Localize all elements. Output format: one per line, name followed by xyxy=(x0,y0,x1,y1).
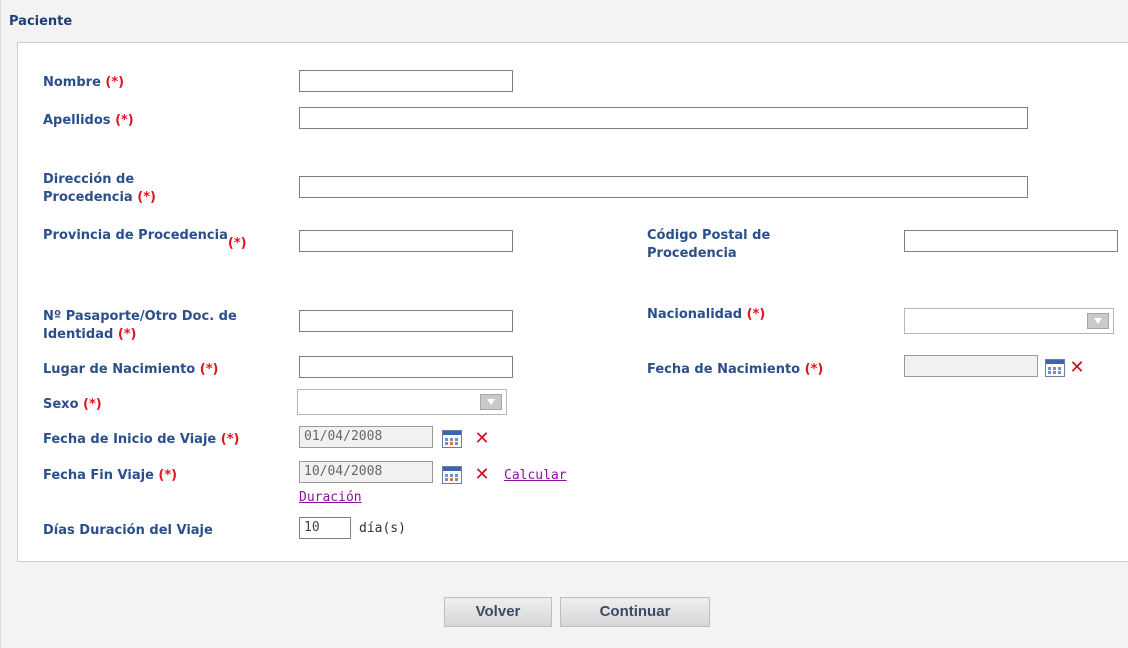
required-marker: (*) xyxy=(117,327,137,342)
fecha-fin-input[interactable]: 10/04/2008 xyxy=(299,461,433,483)
calendar-icon[interactable] xyxy=(1045,359,1065,377)
fecha-inicio-label: Fecha de Inicio de Viaje (*) xyxy=(43,432,240,447)
calcular-duracion-link[interactable]: Calcular xyxy=(504,468,567,483)
fecha-nacimiento-label: Fecha de Nacimiento (*) xyxy=(647,362,824,377)
direccion-input[interactable] xyxy=(299,176,1028,198)
nombre-input[interactable] xyxy=(299,70,513,92)
required-marker: (*) xyxy=(83,397,102,412)
fecha-fin-label: Fecha Fin Viaje (*) xyxy=(43,468,178,483)
nacionalidad-label: Nacionalidad (*) xyxy=(647,307,766,322)
fecha-inicio-input[interactable]: 01/04/2008 xyxy=(299,426,433,448)
apellidos-label: Apellidos (*) xyxy=(43,113,134,128)
required-marker: (*) xyxy=(804,362,824,377)
chevron-down-icon[interactable] xyxy=(1087,313,1109,329)
chevron-down-icon[interactable] xyxy=(480,394,502,410)
dias-unit: día(s) xyxy=(359,521,406,536)
required-marker: (*) xyxy=(115,113,134,128)
section-title: Paciente xyxy=(9,14,73,29)
continuar-button[interactable]: Continuar xyxy=(560,597,710,627)
required-marker: (*) xyxy=(199,362,219,377)
required-marker: (*) xyxy=(220,432,240,447)
calendar-icon[interactable] xyxy=(442,430,462,448)
clear-x-icon[interactable] xyxy=(473,466,491,484)
clear-x-icon[interactable] xyxy=(473,430,491,448)
nacionalidad-select[interactable] xyxy=(904,308,1114,334)
clear-x-icon[interactable] xyxy=(1068,359,1086,377)
calendar-icon[interactable] xyxy=(442,466,462,484)
required-marker: (*) xyxy=(746,307,766,322)
lugar-nacimiento-input[interactable] xyxy=(299,356,513,378)
dias-duracion-input[interactable]: 10 xyxy=(299,517,351,539)
codigo-postal-input[interactable] xyxy=(904,230,1118,252)
volver-button[interactable]: Volver xyxy=(444,597,552,627)
calcular-duracion-link-line2[interactable]: Duración xyxy=(299,490,362,505)
fecha-nacimiento-input[interactable] xyxy=(904,355,1038,377)
sexo-select[interactable] xyxy=(297,389,507,415)
codigo-postal-label: Código Postal de Procedencia xyxy=(647,228,771,261)
paciente-panel: Nombre (*) Apellidos (*) Dirección de Pr… xyxy=(17,42,1128,562)
required-marker: (*) xyxy=(158,468,178,483)
direccion-label: Dirección de Procedencia (*) xyxy=(43,172,156,205)
required-marker: (*) xyxy=(227,236,247,251)
form-background: Paciente Nombre (*) Apellidos (*) Direcc… xyxy=(0,0,1128,648)
pasaporte-input[interactable] xyxy=(299,310,513,332)
dias-duracion-label: Días Duración del Viaje xyxy=(43,523,213,538)
lugar-nacimiento-label: Lugar de Nacimiento (*) xyxy=(43,362,219,377)
sexo-label: Sexo (*) xyxy=(43,397,102,412)
required-marker: (*) xyxy=(105,75,125,90)
provincia-label: Provincia de Procedencia(*) xyxy=(43,228,247,251)
provincia-input[interactable] xyxy=(299,230,513,252)
nombre-label: Nombre (*) xyxy=(43,75,125,90)
required-marker: (*) xyxy=(137,190,156,205)
apellidos-input[interactable] xyxy=(299,107,1028,129)
pasaporte-label: Nº Pasaporte/Otro Doc. de Identidad (*) xyxy=(43,309,237,342)
